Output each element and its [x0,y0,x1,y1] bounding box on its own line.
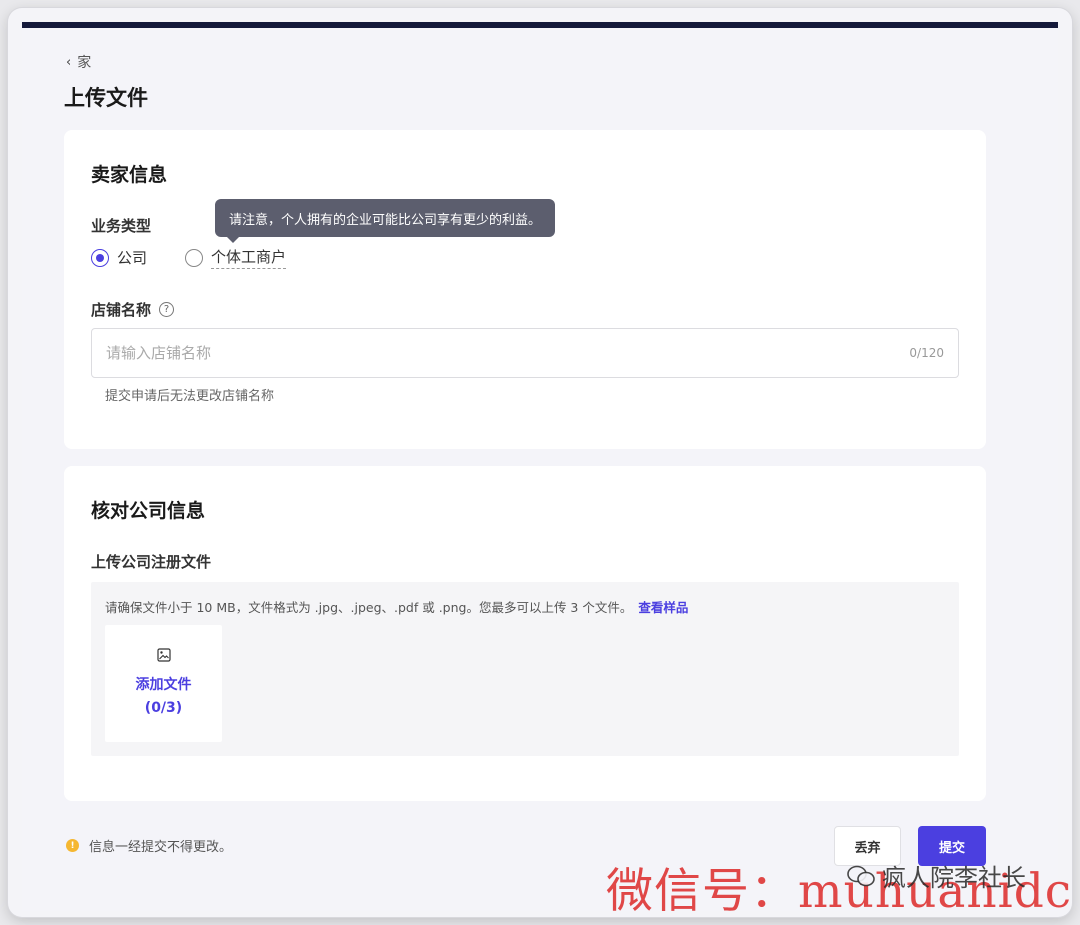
store-name-input[interactable] [106,344,910,362]
add-file-button[interactable]: 添加文件 (0/3) [105,625,222,742]
view-sample-link[interactable]: 查看样品 [638,600,688,615]
business-type-label-text: 业务类型 [91,217,152,235]
seller-info-card: 卖家信息 业务类型 请注意，个人拥有的企业可能比公司享有更少的利益。 公司 个体… [64,130,986,449]
image-upload-icon [156,647,171,662]
wechat-account-watermark: 疯人院李社长 [846,858,1026,893]
wechat-account-name: 疯人院李社长 [882,864,1026,892]
radio-company-label: 公司 [117,249,148,267]
upload-area: 请确保文件小于 10 MB，文件格式为 .jpg、.jpeg、.pdf 或 .p… [91,582,959,756]
add-file-count: (0/3) [144,699,183,716]
footer-note: ! 信息一经提交不得更改。 [66,836,232,855]
individual-business-tooltip: 请注意，个人拥有的企业可能比公司享有更少的利益。 [215,199,556,243]
add-file-label: 添加文件 [135,676,192,693]
upload-note: 请确保文件小于 10 MB，文件格式为 .jpg、.jpeg、.pdf 或 .p… [105,597,688,616]
app-window: ‹ 家 上传文件 卖家信息 业务类型 请注意，个人拥有的企业可能比公司享有更少的… [8,8,1072,917]
help-icon[interactable]: ? [159,302,175,317]
radio-individual-business[interactable]: 个体工商户 [185,246,287,269]
store-name-counter: 0/120 [909,346,944,360]
radio-individual-business-label: 个体工商户 [211,246,287,269]
business-type-label: 业务类型 [91,215,151,236]
chevron-left-icon: ‹ [66,54,72,70]
radio-unchecked-icon[interactable] [185,248,204,267]
seller-info-title: 卖家信息 [91,164,168,186]
upload-registration-label: 上传公司注册文件 [91,551,211,572]
page-content: ‹ 家 上传文件 卖家信息 业务类型 请注意，个人拥有的企业可能比公司享有更少的… [22,28,1058,911]
verify-company-title: 核对公司信息 [91,500,206,522]
breadcrumb-home[interactable]: 家 [77,52,91,72]
warning-icon: ! [66,839,79,852]
footer-note-text: 信息一经提交不得更改。 [89,840,233,855]
upload-registration-label-text: 上传公司注册文件 [91,553,212,571]
wechat-icon [847,865,875,886]
breadcrumb[interactable]: ‹ 家 [66,52,91,72]
store-name-hint: 提交申请后无法更改店铺名称 [105,389,275,404]
store-name-label-text: 店铺名称 [91,301,152,319]
upload-note-text: 请确保文件小于 10 MB，文件格式为 .jpg、.jpeg、.pdf 或 .p… [105,600,633,615]
store-name-input-wrapper[interactable]: 0/120 [91,328,959,378]
radio-checked-icon[interactable] [91,248,109,267]
verify-company-card: 核对公司信息 上传公司注册文件 请确保文件小于 10 MB，文件格式为 .jpg… [64,466,986,801]
radio-company[interactable]: 公司 [91,247,147,268]
store-name-label: 店铺名称 ? [91,299,175,320]
page-title: 上传文件 [64,86,148,110]
business-type-radio-group: 公司 个体工商户 [91,246,324,269]
